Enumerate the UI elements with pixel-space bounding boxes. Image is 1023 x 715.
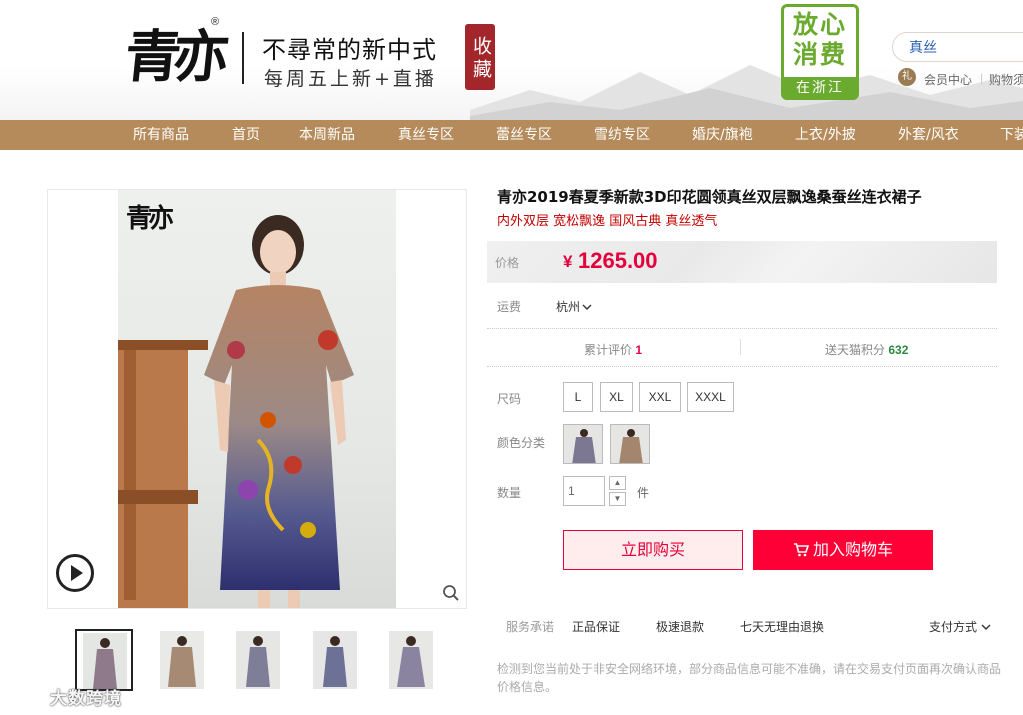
- watermark-text: 大数跨境: [50, 689, 122, 709]
- price-panel: 价格 ¥ 1265.00: [487, 241, 997, 283]
- color-option-1[interactable]: [563, 424, 603, 464]
- nav-item-bottoms[interactable]: 下装: [1000, 120, 1023, 150]
- store-logo[interactable]: 青亦 ®: [122, 16, 225, 98]
- color-swatch-image: [611, 425, 649, 463]
- shipping-city: 杭州: [556, 300, 581, 314]
- logo-text: 青亦: [121, 24, 225, 90]
- thumbnail-1[interactable]: [75, 629, 133, 691]
- shipping-label: 运费: [497, 300, 522, 314]
- zoom-icon[interactable]: [442, 584, 460, 602]
- store-header: 青亦 ® 不尋常的新中式 每周五上新+直播 收藏 放心消费 在浙江 礼 会员中心…: [0, 0, 1023, 120]
- quantity-unit: 件: [637, 486, 650, 500]
- points-value: 632: [888, 343, 909, 357]
- watermark: 大数跨境: [8, 684, 138, 709]
- color-label: 颜色分类: [497, 436, 546, 450]
- thumbnail-image: [160, 631, 204, 689]
- thumbnail-image: [83, 633, 127, 689]
- product-stats: 累计评价 1 送天猫积分 632: [487, 330, 997, 366]
- reviews-stat[interactable]: 累计评价 1: [584, 341, 642, 358]
- logo-divider: [242, 32, 244, 84]
- nav-item-lace[interactable]: 蕾丝专区: [496, 120, 552, 150]
- chevron-down-icon: [981, 624, 991, 630]
- service-item-seven-day-return[interactable]: 七天无理由退换: [740, 618, 824, 635]
- nav-item-tops[interactable]: 上衣/外披: [795, 120, 856, 150]
- service-item-fast-refund[interactable]: 极速退款: [656, 618, 704, 635]
- nav-item-new-this-week[interactable]: 本周新品: [299, 120, 355, 150]
- size-option-xl[interactable]: XL: [600, 382, 633, 412]
- thumbnail-image: [313, 631, 357, 689]
- nav-item-silk[interactable]: 真丝专区: [398, 120, 454, 150]
- quantity-increase-button[interactable]: ▲: [609, 476, 626, 490]
- size-option-l[interactable]: L: [563, 382, 593, 412]
- size-label: 尺码: [497, 392, 522, 406]
- nav-item-wedding-qipao[interactable]: 婚庆/旗袍: [692, 120, 753, 150]
- quantity-input[interactable]: [563, 476, 605, 506]
- shipping-city-select[interactable]: 杭州: [556, 298, 592, 315]
- add-to-cart-label: 加入购物车: [812, 540, 893, 559]
- points-label: 送天猫积分: [825, 343, 886, 357]
- quantity-decrease-button[interactable]: ▼: [609, 492, 626, 506]
- buy-now-button[interactable]: 立即购买: [563, 530, 743, 570]
- currency-symbol: ¥: [563, 252, 573, 271]
- category-nav: 所有商品 首页 本周新品 真丝专区 蕾丝专区 雪纺专区 婚庆/旗袍 上衣/外披 …: [0, 120, 1023, 150]
- play-video-button[interactable]: [56, 554, 94, 592]
- cart-icon: [793, 543, 809, 557]
- trust-badge: 放心消费 在浙江: [781, 4, 859, 100]
- thumbnail-image: [236, 631, 280, 689]
- reviews-count: 1: [635, 343, 643, 357]
- link-separator: |: [980, 71, 984, 85]
- chevron-down-icon: [582, 304, 592, 310]
- security-notice: 检测到您当前处于非安全网络环境，部分商品信息可能不准确，请在交易支付页面再次确认…: [497, 662, 1002, 694]
- divider: [487, 366, 997, 367]
- favorite-seal-button[interactable]: 收藏: [465, 24, 495, 90]
- photo-logo: 青亦: [126, 204, 174, 234]
- price-value: 1265.00: [578, 248, 658, 273]
- stat-separator: [740, 339, 741, 355]
- product-title: 青亦2019春夏季新款3D印花圆领真丝双层飘逸桑蚕丝连衣裙子: [497, 188, 922, 206]
- slogan-line-2: 每周五上新+直播: [264, 68, 437, 90]
- thumbnail-2[interactable]: [154, 629, 212, 691]
- purchase-notice-link[interactable]: 购物须知: [989, 71, 1023, 88]
- reviews-label: 累计评价: [584, 343, 633, 357]
- search-box[interactable]: [892, 32, 1023, 62]
- thumbnail-strip: [75, 629, 455, 691]
- product-photo: 青亦: [118, 190, 396, 608]
- play-icon: [71, 565, 83, 581]
- gift-icon: 礼: [898, 68, 916, 86]
- service-promises: 服务承诺 正品保证 极速退款 七天无理由退换 支付方式: [487, 608, 997, 644]
- registered-mark: ®: [211, 16, 220, 28]
- main-product-image[interactable]: 青亦: [47, 189, 467, 609]
- color-swatch-image: [564, 425, 602, 463]
- quantity-label: 数量: [497, 486, 522, 500]
- color-option-2[interactable]: [610, 424, 650, 464]
- service-label: 服务承诺: [506, 620, 555, 634]
- payment-methods-label: 支付方式: [929, 620, 978, 634]
- nav-item-coats[interactable]: 外套/风衣: [898, 120, 959, 150]
- add-to-cart-button[interactable]: 加入购物车: [753, 530, 933, 570]
- search-input[interactable]: [909, 39, 1019, 55]
- slogan-line-1: 不尋常的新中式: [262, 36, 437, 64]
- member-center-link[interactable]: 会员中心: [924, 71, 972, 88]
- product-subtitle: 内外双层 宽松飘逸 国风古典 真丝透气: [497, 214, 718, 229]
- nav-item-home[interactable]: 首页: [232, 120, 260, 150]
- size-option-xxl[interactable]: XXL: [639, 382, 681, 412]
- payment-methods-dropdown[interactable]: 支付方式: [929, 618, 991, 635]
- thumbnail-3[interactable]: [230, 629, 288, 691]
- badge-title: 放心消费: [792, 10, 847, 69]
- size-option-xxxl[interactable]: XXXL: [687, 382, 734, 412]
- watermark-logo-icon: [11, 687, 47, 703]
- divider: [487, 328, 997, 329]
- nav-item-all-products[interactable]: 所有商品: [133, 120, 189, 150]
- points-stat: 送天猫积分 632: [825, 341, 908, 358]
- dress-illustration: [118, 215, 354, 608]
- price-label: 价格: [495, 256, 520, 270]
- nav-item-chiffon[interactable]: 雪纺专区: [594, 120, 650, 150]
- thumbnail-image: [389, 631, 433, 689]
- thumbnail-5[interactable]: [383, 629, 441, 691]
- badge-subtitle: 在浙江: [784, 77, 856, 97]
- thumbnail-4[interactable]: [307, 629, 365, 691]
- service-item-authentic[interactable]: 正品保证: [572, 618, 620, 635]
